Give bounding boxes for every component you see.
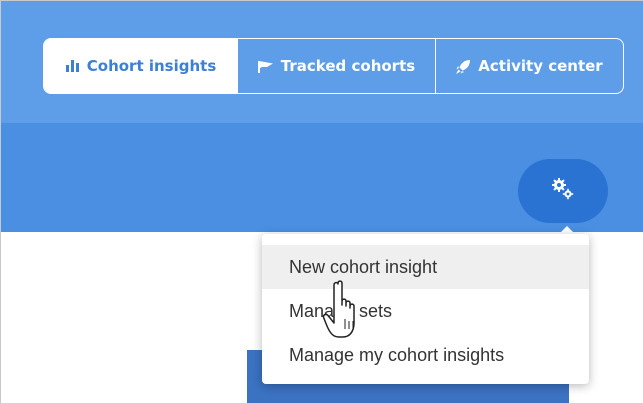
menu-item-label: Manage my cohort insights [289, 344, 505, 365]
tab-activity-center[interactable]: Activity center [436, 39, 623, 93]
settings-button[interactable] [518, 159, 608, 223]
hand-pointer-icon [320, 276, 368, 342]
tab-label: Activity center [478, 57, 603, 75]
tab-cohort-insights[interactable]: Cohort insights [44, 39, 238, 93]
menu-item-new-cohort-insight[interactable]: New cohort insight [262, 245, 589, 289]
tab-tracked-cohorts[interactable]: Tracked cohorts [238, 39, 436, 93]
gears-icon [551, 177, 575, 205]
menu-item-label: New cohort insight [289, 256, 438, 277]
bar-chart-icon [65, 60, 80, 72]
view-tabs: Cohort insights Tracked cohorts Activity… [43, 38, 624, 94]
tab-label: Tracked cohorts [280, 57, 416, 75]
rocket-icon [456, 59, 471, 74]
settings-dropdown-menu: New cohort insight Manage sets Manage my… [262, 234, 589, 384]
flag-icon [257, 60, 274, 73]
menu-item-manage-sets[interactable]: Manage sets [262, 289, 589, 333]
menu-item-manage-my-cohort-insights[interactable]: Manage my cohort insights [262, 333, 589, 377]
tab-label: Cohort insights [86, 57, 217, 75]
